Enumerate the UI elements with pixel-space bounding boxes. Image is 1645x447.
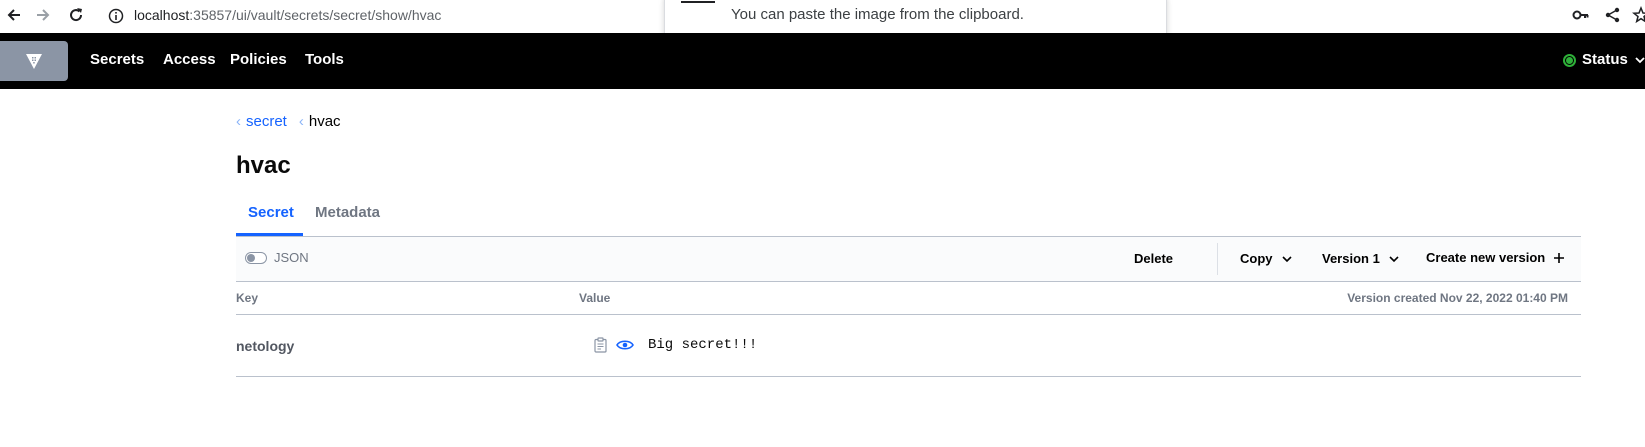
status-check-icon	[1563, 53, 1576, 67]
status-label: Status	[1582, 51, 1628, 68]
json-toggle[interactable]	[245, 252, 267, 264]
secret-key: netology	[236, 338, 295, 354]
copy-clipboard-icon[interactable]	[593, 336, 609, 354]
forward-arrow-icon[interactable]	[31, 3, 55, 27]
plus-icon	[1554, 253, 1565, 263]
create-label: Create new version	[1426, 250, 1546, 265]
address-bar[interactable]: localhost:35857/ui/vault/secrets/secret/…	[134, 5, 441, 25]
chevron-down-icon	[1635, 57, 1645, 64]
toolbar-divider	[1217, 243, 1218, 275]
eye-icon[interactable]	[615, 336, 635, 354]
table-header: Key Value Version created Nov 22, 2022 0…	[236, 282, 1581, 315]
key-icon[interactable]	[1569, 3, 1593, 27]
breadcrumb-chevron-icon: ‹	[298, 113, 304, 130]
share-icon[interactable]	[1601, 3, 1625, 27]
active-tab-indicator	[236, 233, 303, 236]
nav-policies[interactable]: Policies	[230, 50, 287, 70]
table-row: netology Big secret!!!	[236, 315, 1581, 377]
breadcrumb-secret-link[interactable]: secret	[246, 112, 287, 132]
breadcrumb-current: hvac	[308, 113, 341, 130]
tab-metadata[interactable]: Metadata	[315, 203, 380, 223]
breadcrumb: ‹ secret ‹ hvac	[236, 112, 341, 132]
breadcrumb-chevron-icon: ‹	[236, 113, 241, 130]
chevron-down-icon	[1389, 256, 1399, 263]
version-dropdown[interactable]: Version 1	[1322, 250, 1400, 268]
secret-value: Big secret!!!	[648, 337, 758, 353]
site-info-icon[interactable]	[104, 4, 128, 28]
create-new-version-button[interactable]: Create new version	[1426, 249, 1565, 267]
url-host: localhost	[134, 7, 190, 23]
tab-bar: Secret Metadata	[236, 199, 1581, 237]
reload-icon[interactable]	[64, 3, 88, 27]
page-title: hvac	[236, 152, 291, 179]
bookmark-star-icon[interactable]	[1629, 3, 1645, 27]
version-created-text: Version created Nov 22, 2022 01:40 PM	[1347, 291, 1568, 305]
secret-toolbar: JSON Delete Copy Version 1 Create new ve…	[236, 237, 1581, 282]
chevron-down-icon	[1281, 256, 1292, 263]
value-column-header: Value	[579, 291, 611, 305]
key-column-header: Key	[236, 291, 259, 305]
url-path: :35857/ui/vault/secrets/secret/show/hvac	[189, 7, 442, 23]
popup-icon	[681, 1, 715, 3]
copy-dropdown[interactable]: Copy	[1240, 250, 1293, 268]
back-arrow-icon[interactable]	[2, 3, 26, 27]
nav-access[interactable]: Access	[163, 50, 216, 70]
vault-logo-icon[interactable]	[0, 41, 68, 81]
top-navigation: Secrets Access Policies Tools Status	[0, 33, 1645, 89]
status-menu[interactable]: Status	[1563, 50, 1645, 70]
tab-secret[interactable]: Secret	[248, 203, 294, 223]
delete-label: Delete	[1134, 251, 1174, 266]
copy-label: Copy	[1240, 251, 1273, 266]
version-label: Version 1	[1322, 251, 1380, 266]
popup-message: You can paste the image from the clipboa…	[731, 6, 1024, 23]
nav-secrets[interactable]: Secrets	[90, 50, 144, 70]
json-toggle-label: JSON	[274, 250, 309, 265]
nav-tools[interactable]: Tools	[305, 50, 344, 70]
delete-button[interactable]: Delete	[1134, 250, 1173, 268]
